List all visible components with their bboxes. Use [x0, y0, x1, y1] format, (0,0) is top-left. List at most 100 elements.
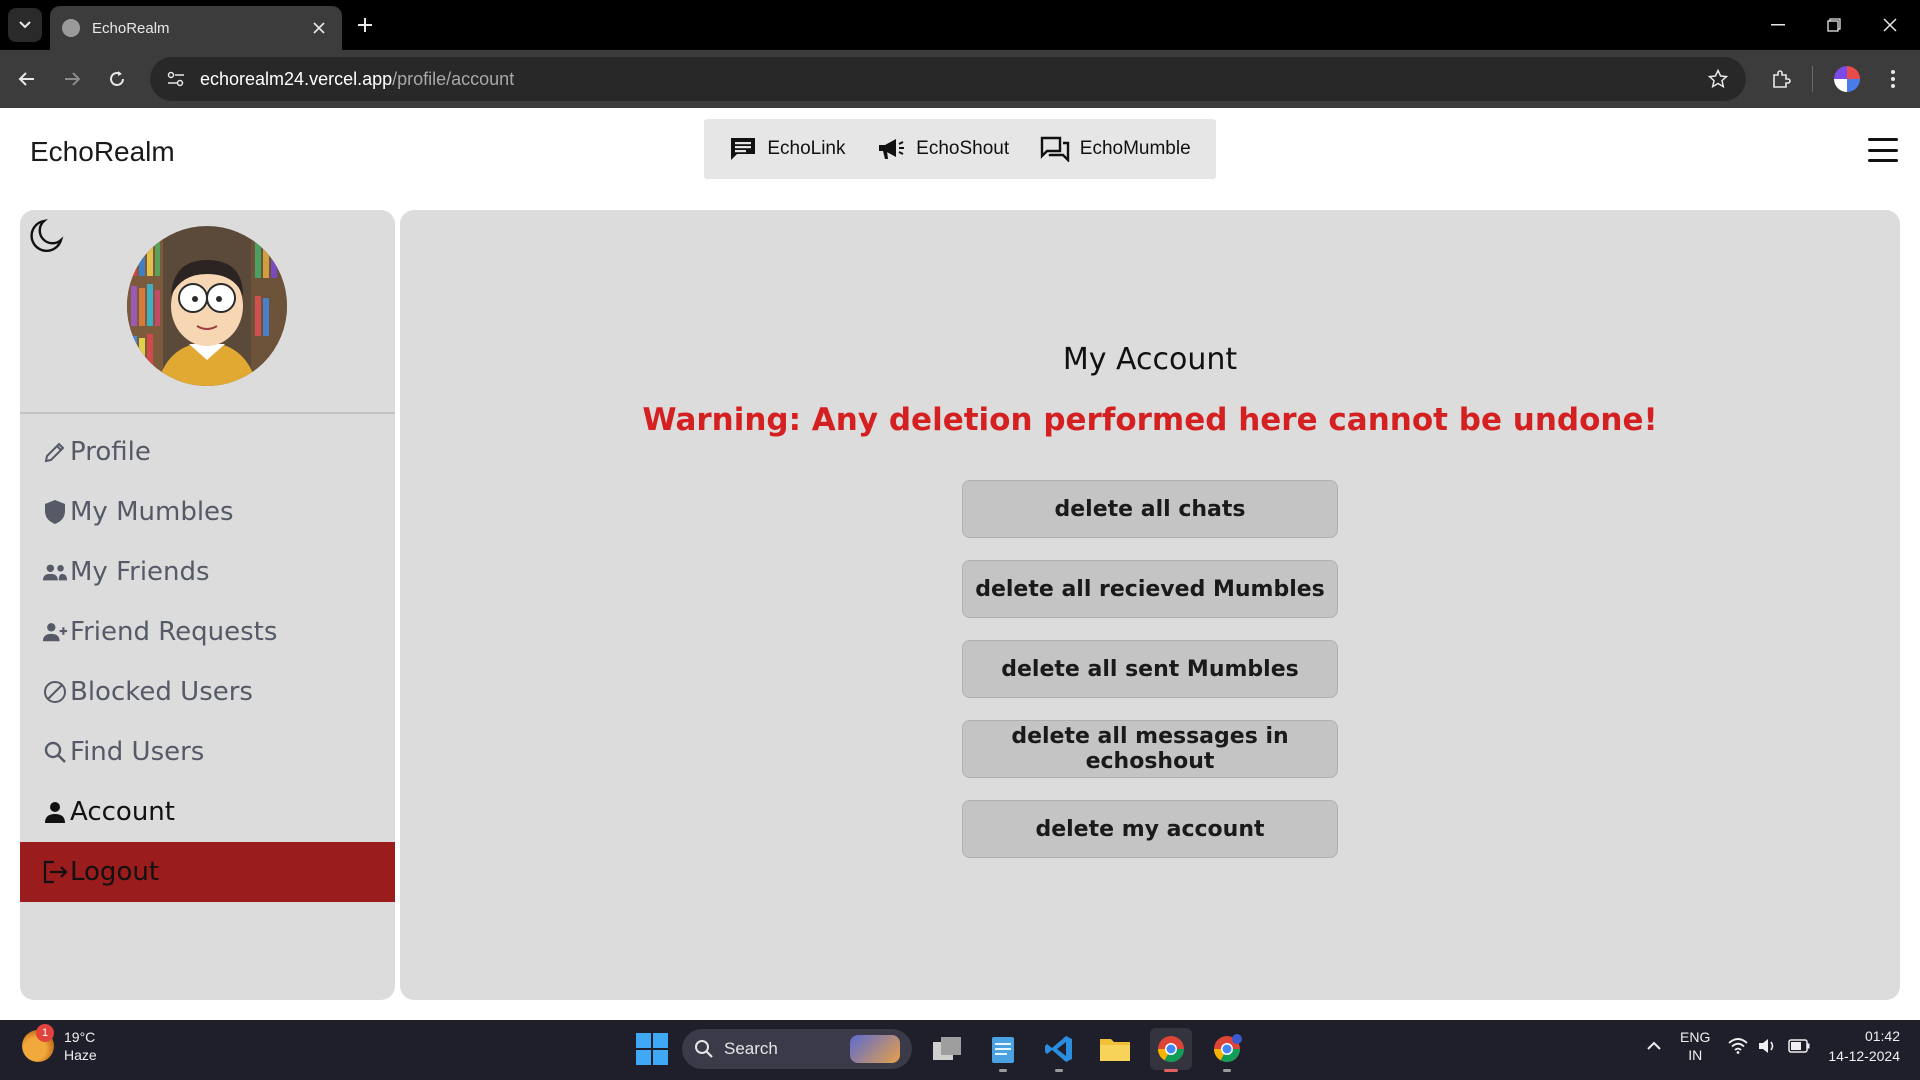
deletion-warning: Warning: Any deletion performed here can…	[642, 402, 1658, 438]
delete-echoshout-messages-button[interactable]: delete all messages in echoshout	[962, 720, 1338, 778]
browser-menu-button[interactable]	[1876, 62, 1910, 96]
nav-echolink[interactable]: EchoLink	[729, 136, 846, 162]
delete-account-button[interactable]: delete my account	[962, 800, 1338, 858]
hamburger-line	[1868, 159, 1898, 162]
favicon-icon	[62, 19, 80, 37]
forward-button[interactable]	[55, 62, 89, 96]
hamburger-line	[1868, 138, 1898, 141]
chevron-up-icon[interactable]	[1646, 1041, 1662, 1051]
sidebar-item-label: My Friends	[70, 557, 210, 587]
search-icon	[695, 1040, 713, 1058]
sidebar-item-label: Find Users	[70, 737, 205, 767]
tab-title: EchoRealm	[92, 19, 170, 37]
reload-button[interactable]	[100, 62, 134, 96]
back-button[interactable]	[10, 62, 44, 96]
url-path: /profile/account	[392, 68, 515, 89]
person-add-icon	[42, 619, 68, 645]
vscode-icon[interactable]	[1038, 1028, 1080, 1072]
os-taskbar: 1 19°C Haze Search ENG IN 01:42 14-12-20…	[0, 1020, 1920, 1080]
profile-sidebar: Profile My Mumbles My Friends Friend Req…	[20, 210, 395, 1000]
weather-text: 19°C Haze	[64, 1028, 97, 1064]
extensions-button[interactable]	[1764, 62, 1798, 96]
page: EchoRealm EchoLink EchoShout EchoMumble	[0, 108, 1920, 1020]
taskbar-search[interactable]: Search	[682, 1029, 912, 1069]
weather-desc: Haze	[64, 1047, 97, 1063]
restore-button[interactable]	[1806, 0, 1862, 50]
notepad-icon[interactable]	[982, 1028, 1024, 1072]
running-indicator	[1223, 1069, 1231, 1072]
nav-echoshout[interactable]: EchoShout	[876, 136, 1009, 162]
windows-start-icon[interactable]	[636, 1033, 668, 1065]
sidebar-item-label: Blocked Users	[70, 677, 253, 707]
address-bar[interactable]: echorealm24.vercel.app/profile/account	[150, 57, 1746, 101]
browser-toolbar: echorealm24.vercel.app/profile/account	[0, 50, 1920, 108]
restore-icon	[1827, 18, 1841, 32]
chrome-profile-icon[interactable]	[1206, 1028, 1248, 1072]
weather-badge: 1	[36, 1024, 54, 1042]
profile-button[interactable]	[1830, 62, 1864, 96]
brand-logo[interactable]: EchoRealm	[30, 136, 175, 168]
chrome-icon[interactable]	[1150, 1028, 1192, 1072]
delete-all-chats-button[interactable]: delete all chats	[962, 480, 1338, 538]
sidebar-item-my-friends[interactable]: My Friends	[20, 542, 395, 602]
close-window-button[interactable]	[1862, 0, 1918, 50]
avatar-illustration	[127, 226, 287, 386]
sidebar-item-label: Account	[70, 797, 175, 827]
sidebar-item-profile[interactable]: Profile	[20, 422, 395, 482]
wifi-icon	[1728, 1038, 1748, 1054]
nav-echolink-label: EchoLink	[767, 138, 846, 159]
running-indicator	[1055, 1069, 1063, 1072]
language-indicator[interactable]: ENG IN	[1680, 1028, 1710, 1064]
url-domain: echorealm24.vercel.app	[200, 68, 393, 89]
clock[interactable]: 01:42 14-12-2024	[1828, 1026, 1900, 1066]
browser-tab-bar: EchoRealm	[0, 0, 1920, 50]
sidebar-item-label: Logout	[70, 857, 160, 887]
moon-icon[interactable]	[26, 216, 66, 256]
sidebar-menu: Profile My Mumbles My Friends Friend Req…	[20, 422, 395, 902]
weather-widget[interactable]: 1 19°C Haze	[22, 1024, 97, 1064]
sidebar-item-friend-requests[interactable]: Friend Requests	[20, 602, 395, 662]
sidebar-item-find-users[interactable]: Find Users	[20, 722, 395, 782]
minimize-icon	[1771, 24, 1785, 26]
task-view-icon[interactable]	[926, 1028, 968, 1070]
taskbar-search-label: Search	[724, 1039, 778, 1058]
megaphone-icon	[879, 139, 905, 159]
delete-sent-mumbles-button[interactable]: delete all sent Mumbles	[962, 640, 1338, 698]
new-tab-button[interactable]	[350, 10, 380, 40]
chevron-down-icon	[19, 21, 31, 29]
toolbar-separator	[1812, 66, 1813, 92]
kebab-menu-icon	[1891, 70, 1895, 88]
blocked-icon	[42, 679, 68, 705]
avatar	[127, 226, 287, 386]
browser-tab[interactable]: EchoRealm	[50, 6, 342, 50]
search-highlight-image	[850, 1035, 900, 1063]
weather-temp: 19°C	[64, 1029, 96, 1045]
sidebar-item-my-mumbles[interactable]: My Mumbles	[20, 482, 395, 542]
plus-icon	[358, 18, 372, 32]
tray-status-icons[interactable]	[1728, 1038, 1810, 1054]
running-indicator	[999, 1069, 1007, 1072]
sidebar-item-blocked-users[interactable]: Blocked Users	[20, 662, 395, 722]
volume-icon	[1759, 1039, 1774, 1053]
bookmark-star-icon[interactable]	[1706, 67, 1730, 91]
weather-sun-icon: 1	[22, 1024, 54, 1062]
close-tab-icon[interactable]	[308, 17, 330, 39]
minimize-button[interactable]	[1750, 0, 1806, 50]
taskbar-apps: Search	[636, 1028, 1248, 1072]
account-actions: delete all chats delete all recieved Mum…	[962, 480, 1338, 858]
hamburger-menu-icon[interactable]	[1868, 138, 1898, 162]
logout-icon	[42, 859, 68, 885]
delete-received-mumbles-button[interactable]: delete all recieved Mumbles	[962, 560, 1338, 618]
sidebar-item-label: Friend Requests	[70, 617, 278, 647]
url-text: echorealm24.vercel.app/profile/account	[200, 69, 514, 90]
people-icon	[42, 559, 68, 585]
sidebar-item-account[interactable]: Account	[20, 782, 395, 842]
sidebar-item-logout[interactable]: Logout	[20, 842, 395, 902]
file-explorer-icon[interactable]	[1094, 1028, 1136, 1070]
forward-arrow-icon	[65, 72, 81, 86]
account-panel: My Account Warning: Any deletion perform…	[400, 210, 1900, 1000]
nav-echomumble[interactable]: EchoMumble	[1040, 136, 1191, 162]
profile-avatar-icon	[1834, 66, 1860, 92]
tab-list-button[interactable]	[8, 8, 42, 42]
site-info-icon[interactable]	[162, 65, 190, 93]
